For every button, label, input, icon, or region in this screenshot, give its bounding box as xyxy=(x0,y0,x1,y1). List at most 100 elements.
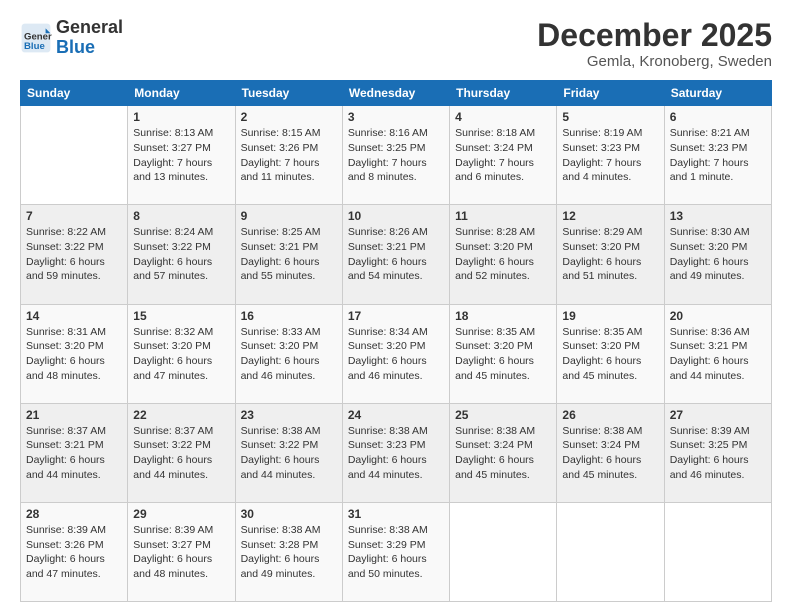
day-number: 30 xyxy=(241,507,337,521)
calendar-cell: 18Sunrise: 8:35 AM Sunset: 3:20 PM Dayli… xyxy=(450,304,557,403)
day-info: Sunrise: 8:19 AM Sunset: 3:23 PM Dayligh… xyxy=(562,126,658,185)
calendar-cell: 2Sunrise: 8:15 AM Sunset: 3:26 PM Daylig… xyxy=(235,106,342,205)
calendar-cell: 13Sunrise: 8:30 AM Sunset: 3:20 PM Dayli… xyxy=(664,205,771,304)
day-info: Sunrise: 8:37 AM Sunset: 3:21 PM Dayligh… xyxy=(26,424,122,483)
day-info: Sunrise: 8:39 AM Sunset: 3:25 PM Dayligh… xyxy=(670,424,766,483)
day-number: 15 xyxy=(133,309,229,323)
calendar-cell: 25 Sunrise: 8:38 AM Sunset: 3:24 PM Dayli… xyxy=(450,403,557,502)
day-info: Sunrise: 8:38 AM Sunset: 3:22 PM Dayligh… xyxy=(241,424,337,483)
calendar-cell: 24 Sunrise: 8:38 AM Sunset: 3:23 PM Dayli… xyxy=(342,403,449,502)
day-info: Sunrise: 8:38 AM Sunset: 3:23 PM Dayligh… xyxy=(348,424,444,483)
week-row-0: 1 Sunrise: 8:13 AM Sunset: 3:27 PM Daylig… xyxy=(21,106,772,205)
calendar-body: 1 Sunrise: 8:13 AM Sunset: 3:27 PM Daylig… xyxy=(21,106,772,602)
calendar-cell: 28 Sunrise: 8:39 AM Sunset: 3:26 PM Dayli… xyxy=(21,502,128,601)
day-number: 10 xyxy=(348,209,444,223)
calendar-cell: 8 Sunrise: 8:24 AM Sunset: 3:22 PM Daylig… xyxy=(128,205,235,304)
day-number: 6 xyxy=(670,110,766,124)
calendar-cell xyxy=(450,502,557,601)
week-row-1: 7Sunrise: 8:22 AM Sunset: 3:22 PM Daylig… xyxy=(21,205,772,304)
col-thursday: Thursday xyxy=(450,81,557,106)
calendar-cell xyxy=(557,502,664,601)
location: Gemla, Kronoberg, Sweden xyxy=(537,53,772,70)
day-number: 12 xyxy=(562,209,658,223)
calendar-cell: 23 Sunrise: 8:38 AM Sunset: 3:22 PM Dayli… xyxy=(235,403,342,502)
logo-general: General xyxy=(56,17,123,37)
logo-blue: Blue xyxy=(56,37,95,57)
calendar-cell: 6 Sunrise: 8:21 AM Sunset: 3:23 PM Daylig… xyxy=(664,106,771,205)
col-tuesday: Tuesday xyxy=(235,81,342,106)
calendar-cell: 17Sunrise: 8:34 AM Sunset: 3:20 PM Dayli… xyxy=(342,304,449,403)
day-number: 11 xyxy=(455,209,551,223)
day-number: 19 xyxy=(562,309,658,323)
day-info: Sunrise: 8:25 AM Sunset: 3:21 PM Dayligh… xyxy=(241,225,337,284)
week-row-4: 28 Sunrise: 8:39 AM Sunset: 3:26 PM Dayli… xyxy=(21,502,772,601)
calendar-cell: 1 Sunrise: 8:13 AM Sunset: 3:27 PM Daylig… xyxy=(128,106,235,205)
day-number: 24 xyxy=(348,408,444,422)
day-info: Sunrise: 8:31 AM Sunset: 3:20 PM Dayligh… xyxy=(26,325,122,384)
day-info: Sunrise: 8:16 AM Sunset: 3:25 PM Dayligh… xyxy=(348,126,444,185)
day-number: 14 xyxy=(26,309,122,323)
calendar-cell: 15 Sunrise: 8:32 AM Sunset: 3:20 PM Dayli… xyxy=(128,304,235,403)
day-info: Sunrise: 8:38 AM Sunset: 3:24 PM Dayligh… xyxy=(455,424,551,483)
calendar-cell: 12 Sunrise: 8:29 AM Sunset: 3:20 PM Dayli… xyxy=(557,205,664,304)
calendar-cell: 22 Sunrise: 8:37 AM Sunset: 3:22 PM Dayli… xyxy=(128,403,235,502)
calendar-header: Sunday Monday Tuesday Wednesday Thursday… xyxy=(21,81,772,106)
day-number: 28 xyxy=(26,507,122,521)
day-number: 7 xyxy=(26,209,122,223)
day-info: Sunrise: 8:18 AM Sunset: 3:24 PM Dayligh… xyxy=(455,126,551,185)
calendar-cell: 30Sunrise: 8:38 AM Sunset: 3:28 PM Dayli… xyxy=(235,502,342,601)
col-friday: Friday xyxy=(557,81,664,106)
calendar-cell: 29Sunrise: 8:39 AM Sunset: 3:27 PM Dayli… xyxy=(128,502,235,601)
col-sunday: Sunday xyxy=(21,81,128,106)
day-number: 25 xyxy=(455,408,551,422)
day-info: Sunrise: 8:39 AM Sunset: 3:26 PM Dayligh… xyxy=(26,523,122,582)
day-info: Sunrise: 8:13 AM Sunset: 3:27 PM Dayligh… xyxy=(133,126,229,185)
logo-icon: General Blue xyxy=(20,22,52,54)
calendar-cell: 31Sunrise: 8:38 AM Sunset: 3:29 PM Dayli… xyxy=(342,502,449,601)
calendar-cell: 7Sunrise: 8:22 AM Sunset: 3:22 PM Daylig… xyxy=(21,205,128,304)
calendar-cell: 21Sunrise: 8:37 AM Sunset: 3:21 PM Dayli… xyxy=(21,403,128,502)
day-number: 22 xyxy=(133,408,229,422)
calendar-cell: 3Sunrise: 8:16 AM Sunset: 3:25 PM Daylig… xyxy=(342,106,449,205)
day-number: 26 xyxy=(562,408,658,422)
calendar-cell: 11 Sunrise: 8:28 AM Sunset: 3:20 PM Dayli… xyxy=(450,205,557,304)
calendar-cell: 27Sunrise: 8:39 AM Sunset: 3:25 PM Dayli… xyxy=(664,403,771,502)
calendar-cell xyxy=(21,106,128,205)
day-info: Sunrise: 8:21 AM Sunset: 3:23 PM Dayligh… xyxy=(670,126,766,185)
day-info: Sunrise: 8:38 AM Sunset: 3:29 PM Dayligh… xyxy=(348,523,444,582)
day-number: 23 xyxy=(241,408,337,422)
day-number: 9 xyxy=(241,209,337,223)
day-number: 2 xyxy=(241,110,337,124)
week-row-2: 14 Sunrise: 8:31 AM Sunset: 3:20 PM Dayli… xyxy=(21,304,772,403)
calendar-cell: 14 Sunrise: 8:31 AM Sunset: 3:20 PM Dayli… xyxy=(21,304,128,403)
day-number: 5 xyxy=(562,110,658,124)
day-info: Sunrise: 8:36 AM Sunset: 3:21 PM Dayligh… xyxy=(670,325,766,384)
calendar-cell: 19Sunrise: 8:35 AM Sunset: 3:20 PM Dayli… xyxy=(557,304,664,403)
day-info: Sunrise: 8:35 AM Sunset: 3:20 PM Dayligh… xyxy=(455,325,551,384)
day-info: Sunrise: 8:26 AM Sunset: 3:21 PM Dayligh… xyxy=(348,225,444,284)
col-monday: Monday xyxy=(128,81,235,106)
col-saturday: Saturday xyxy=(664,81,771,106)
title-block: December 2025 Gemla, Kronoberg, Sweden xyxy=(537,18,772,70)
day-number: 8 xyxy=(133,209,229,223)
day-info: Sunrise: 8:32 AM Sunset: 3:20 PM Dayligh… xyxy=(133,325,229,384)
day-info: Sunrise: 8:37 AM Sunset: 3:22 PM Dayligh… xyxy=(133,424,229,483)
calendar: Sunday Monday Tuesday Wednesday Thursday… xyxy=(20,80,772,602)
day-number: 29 xyxy=(133,507,229,521)
day-info: Sunrise: 8:28 AM Sunset: 3:20 PM Dayligh… xyxy=(455,225,551,284)
day-info: Sunrise: 8:29 AM Sunset: 3:20 PM Dayligh… xyxy=(562,225,658,284)
month-title: December 2025 xyxy=(537,18,772,53)
calendar-cell: 4Sunrise: 8:18 AM Sunset: 3:24 PM Daylig… xyxy=(450,106,557,205)
logo-name: General Blue xyxy=(56,18,123,58)
day-number: 1 xyxy=(133,110,229,124)
day-info: Sunrise: 8:33 AM Sunset: 3:20 PM Dayligh… xyxy=(241,325,337,384)
calendar-cell: 16 Sunrise: 8:33 AM Sunset: 3:20 PM Dayli… xyxy=(235,304,342,403)
calendar-cell xyxy=(664,502,771,601)
day-number: 16 xyxy=(241,309,337,323)
day-info: Sunrise: 8:24 AM Sunset: 3:22 PM Dayligh… xyxy=(133,225,229,284)
page: General Blue General Blue December 2025 … xyxy=(0,0,792,612)
calendar-cell: 20 Sunrise: 8:36 AM Sunset: 3:21 PM Dayli… xyxy=(664,304,771,403)
day-info: Sunrise: 8:38 AM Sunset: 3:24 PM Dayligh… xyxy=(562,424,658,483)
day-number: 20 xyxy=(670,309,766,323)
calendar-cell: 10 Sunrise: 8:26 AM Sunset: 3:21 PM Dayli… xyxy=(342,205,449,304)
